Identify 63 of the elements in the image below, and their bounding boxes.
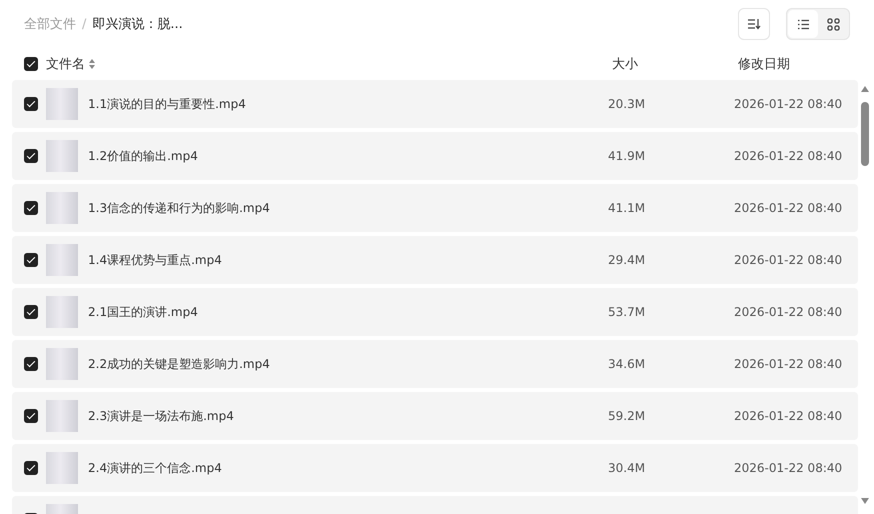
file-name: 1.3信念的传递和行为的影响.mp4 <box>88 200 270 216</box>
file-name: 1.2价值的输出.mp4 <box>88 148 198 164</box>
file-size: 30.4M <box>608 461 646 475</box>
sort-button[interactable] <box>738 8 770 40</box>
video-thumbnail <box>46 244 78 276</box>
video-thumbnail <box>46 140 78 172</box>
file-row[interactable]: 2.2成功的关键是塑造影响力.mp4 34.6M 2026-01-22 08:40 <box>12 340 858 388</box>
modified-date: 2026-01-22 08:40 <box>734 149 842 163</box>
file-size: 59.2M <box>608 409 646 423</box>
scroll-down-icon[interactable] <box>861 498 869 504</box>
row-checkbox[interactable] <box>24 357 38 371</box>
breadcrumb-link[interactable]: 即兴演说：脱... <box>92 15 183 33</box>
modified-date: 2026-01-22 08:40 <box>734 253 842 267</box>
select-all-checkbox[interactable] <box>24 57 38 71</box>
file-name: 1.4课程优势与重点.mp4 <box>88 252 222 268</box>
video-thumbnail <box>46 400 78 432</box>
sort-icon <box>747 18 761 30</box>
file-name: 2.4演讲的三个信念.mp4 <box>88 460 222 476</box>
file-row[interactable]: 2.4演讲的三个信念.mp4 30.4M 2026-01-22 08:40 <box>12 444 858 492</box>
file-size: 29.4M <box>608 253 646 267</box>
scroll-up-icon[interactable] <box>861 86 869 92</box>
video-thumbnail <box>46 296 78 328</box>
breadcrumb-separator: / <box>82 16 86 32</box>
column-header[interactable]: 大小 <box>612 55 638 73</box>
modified-date: 2026-01-22 08:40 <box>734 409 842 423</box>
modified-date: 2026-01-22 08:40 <box>734 357 842 371</box>
row-checkbox[interactable] <box>24 253 38 267</box>
file-row[interactable]: 1.3信念的传递和行为的影响.mp4 41.1M 2026-01-22 08:40 <box>12 184 858 232</box>
file-row[interactable]: 1.4课程优势与重点.mp4 29.4M 2026-01-22 08:40 <box>12 236 858 284</box>
modified-date: 2026-01-22 08:40 <box>734 201 842 215</box>
list-icon <box>796 18 810 30</box>
row-checkbox[interactable] <box>24 201 38 215</box>
file-size: 20.3M <box>608 97 646 111</box>
file-row[interactable]: 2.1国王的演讲.mp4 53.7M 2026-01-22 08:40 <box>12 288 858 336</box>
file-name: 1.1演说的目的与重要性.mp4 <box>88 96 246 112</box>
modified-date: 2026-01-22 08:40 <box>734 305 842 319</box>
modified-date: 2026-01-22 08:40 <box>734 461 842 475</box>
sort-icon <box>89 59 95 69</box>
file-row[interactable]: 1.1演说的目的与重要性.mp4 20.3M 2026-01-22 08:40 <box>12 80 858 128</box>
video-thumbnail <box>46 452 78 484</box>
video-thumbnail <box>46 192 78 224</box>
video-thumbnail <box>46 348 78 380</box>
video-thumbnail <box>46 88 78 120</box>
file-row[interactable]: 2.3演讲是一场法布施.mp4 59.2M 2026-01-22 08:40 <box>12 392 858 440</box>
list-view-button[interactable] <box>788 10 818 38</box>
scrollbar-thumb[interactable] <box>861 102 869 166</box>
file-size: 41.9M <box>608 149 646 163</box>
row-checkbox[interactable] <box>24 97 38 111</box>
column-header[interactable]: 修改日期 <box>738 55 790 73</box>
file-size: 41.1M <box>608 201 646 215</box>
modified-date: 2026-01-22 08:40 <box>734 97 842 111</box>
row-checkbox[interactable] <box>24 409 38 423</box>
file-name: 2.1国王的演讲.mp4 <box>88 304 198 320</box>
file-size: 53.7M <box>608 305 646 319</box>
file-row[interactable]: 1.2价值的输出.mp4 41.9M 2026-01-22 08:40 <box>12 132 858 180</box>
file-name: 2.3演讲是一场法布施.mp4 <box>88 408 234 424</box>
file-size: 34.6M <box>608 357 646 371</box>
grid-icon <box>826 18 840 30</box>
row-checkbox[interactable] <box>24 149 38 163</box>
column-header[interactable]: 文件名 <box>46 55 85 73</box>
row-checkbox[interactable] <box>24 305 38 319</box>
file-name: 2.2成功的关键是塑造影响力.mp4 <box>88 356 270 372</box>
row-checkbox[interactable] <box>24 461 38 475</box>
